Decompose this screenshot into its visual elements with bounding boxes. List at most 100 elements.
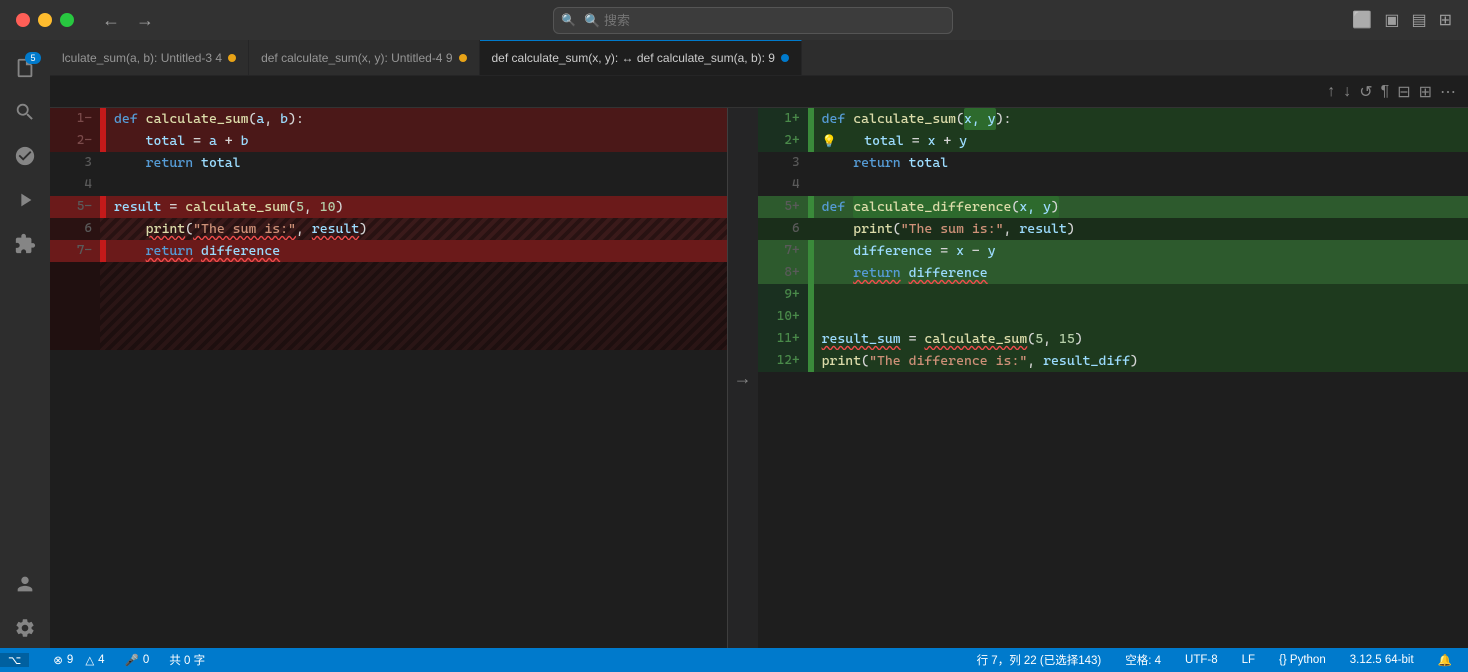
right-content-1: def calculate_sum(x, y): — [814, 108, 1468, 130]
mic-icon: 🎤 — [125, 653, 139, 667]
status-left: ⌥ ⊗ 9 △ 4 🎤 0 共 0 字 — [12, 648, 209, 672]
encoding-label: UTF-8 — [1185, 654, 1218, 666]
right-content-5: def calculate_difference(x, y) — [814, 196, 1468, 218]
right-line-5: 5+ def calculate_difference(x, y) — [758, 196, 1468, 218]
warning-count: 4 — [98, 654, 104, 666]
tabs-bar: lculate_sum(a, b): Untitled-3 4 def calc… — [50, 40, 1468, 76]
layout-icon-4[interactable]: ⊞ — [1439, 10, 1452, 30]
bulb-icon: 💡 — [822, 130, 837, 152]
activity-git[interactable] — [5, 136, 45, 176]
activity-extensions[interactable] — [5, 224, 45, 264]
right-content-2: 💡 total = x + y — [814, 130, 1468, 152]
activity-explorer[interactable]: 5 — [5, 48, 45, 88]
language-status[interactable]: {} Python — [1275, 648, 1330, 672]
layout-icon-2[interactable]: ▣ — [1384, 10, 1399, 30]
right-line-2: 2+ 💡 total = x + y — [758, 130, 1468, 152]
main-layout: 5 — [0, 40, 1468, 648]
left-content-extra — [106, 262, 727, 350]
spaces-status[interactable]: 空格: 4 — [1121, 648, 1165, 672]
activity-account[interactable] — [5, 564, 45, 604]
layout-icon-1[interactable]: ⬜ — [1352, 10, 1372, 30]
nav-forward-icon[interactable]: → — [136, 10, 154, 31]
left-content-2: total = a + b — [106, 130, 727, 152]
left-code-content[interactable]: 1− def calculate_sum(a, b): 2− total = a… — [50, 108, 727, 648]
tab-3-dot — [781, 54, 789, 62]
toolbar-up-icon[interactable]: ↑ — [1327, 83, 1335, 101]
remote-icon: ⌥ — [8, 653, 21, 667]
right-line-4: 4 — [758, 174, 1468, 196]
right-line-11: 11+ result_sum = calculate_sum(5, 15) — [758, 328, 1468, 350]
left-ln-6: 6 — [50, 218, 100, 240]
traffic-light-minimize[interactable] — [38, 13, 52, 27]
error-count: 9 — [67, 654, 73, 666]
titlebar: ← → 🔍 ⬜ ▣ ▤ ⊞ — [0, 0, 1468, 40]
left-ln-5: 5− — [50, 196, 100, 218]
activity-search[interactable] — [5, 92, 45, 132]
titlebar-search: 🔍 — [553, 7, 953, 34]
tab-1[interactable]: lculate_sum(a, b): Untitled-3 4 — [50, 40, 249, 75]
language-label: {} Python — [1279, 654, 1326, 666]
editor-area: lculate_sum(a, b): Untitled-3 4 def calc… — [50, 40, 1468, 648]
right-ln-1: 1+ — [758, 108, 808, 130]
right-code-content[interactable]: 1+ def calculate_sum(x, y): 2+ 💡 total =… — [758, 108, 1468, 648]
right-content-3: return total — [814, 152, 1468, 174]
chars-status[interactable]: 共 0 字 — [165, 648, 209, 672]
errors-status[interactable]: ⊗ 9 △ 4 — [49, 648, 108, 672]
toolbar-paragraph-icon[interactable]: ¶ — [1381, 83, 1390, 101]
right-line-3: 3 return total — [758, 152, 1468, 174]
left-ln-7: 7− — [50, 240, 100, 262]
tab-2-label: def calculate_sum(x, y): Untitled-4 9 — [261, 51, 452, 65]
activity-run[interactable] — [5, 180, 45, 220]
toolbar-down-icon[interactable]: ↓ — [1343, 83, 1351, 101]
spaces-label: 空格: 4 — [1125, 652, 1161, 668]
tab-3-active[interactable]: def calculate_sum(x, y): ↔ def calculate… — [480, 40, 802, 75]
nav-back-icon[interactable]: ← — [102, 10, 120, 31]
version-status[interactable]: 3.12.5 64-bit — [1346, 648, 1418, 672]
position-status[interactable]: 行 7，列 22 (已选择143) — [973, 648, 1106, 672]
position-label: 行 7，列 22 (已选择143) — [977, 652, 1102, 668]
right-ln-2: 2+ — [758, 130, 808, 152]
left-line-3: 3 return total — [50, 152, 727, 174]
remote-indicator[interactable]: ⌥ — [0, 653, 29, 667]
right-ln-4: 4 — [758, 174, 808, 196]
toolbar-expand-icon[interactable]: ⊟ — [1397, 82, 1410, 102]
toolbar-collapse-icon[interactable]: ⊞ — [1419, 82, 1432, 102]
toolbar-swap-icon[interactable]: ↺ — [1359, 82, 1372, 102]
activity-bar: 5 — [0, 40, 50, 648]
left-content-7: return difference — [106, 240, 727, 262]
toolbar-more-icon[interactable]: ⋯ — [1440, 82, 1456, 102]
traffic-light-maximize[interactable] — [60, 13, 74, 27]
status-right: 行 7，列 22 (已选择143) 空格: 4 UTF-8 LF {} Pyth… — [973, 648, 1456, 672]
titlebar-nav: ← → — [102, 10, 154, 31]
left-content-3: return total — [106, 152, 727, 174]
right-line-9: 9+ — [758, 284, 1468, 306]
left-line-4: 4 — [50, 174, 727, 196]
search-icon: 🔍 — [561, 13, 576, 27]
left-line-1: 1− def calculate_sum(a, b): — [50, 108, 727, 130]
search-input[interactable] — [553, 7, 953, 34]
left-ln-3: 3 — [50, 152, 100, 174]
right-line-8: 8+ return difference — [758, 262, 1468, 284]
right-content-6: print("The sum is:", result) — [814, 218, 1468, 240]
right-ln-11: 11+ — [758, 328, 808, 350]
traffic-light-close[interactable] — [16, 13, 30, 27]
titlebar-right: ⬜ ▣ ▤ ⊞ — [1352, 10, 1452, 30]
bell-status[interactable]: 🔔 — [1434, 648, 1456, 672]
microphone-status[interactable]: 🎤 0 — [121, 648, 154, 672]
tab-1-label: lculate_sum(a, b): Untitled-3 4 — [62, 51, 222, 65]
right-ln-8: 8+ — [758, 262, 808, 284]
left-content-1: def calculate_sum(a, b): — [106, 108, 727, 130]
right-ln-3: 3 — [758, 152, 808, 174]
encoding-status[interactable]: UTF-8 — [1181, 648, 1222, 672]
tab-2[interactable]: def calculate_sum(x, y): Untitled-4 9 — [249, 40, 479, 75]
left-line-6: 6 print("The sum is:", result) — [50, 218, 727, 240]
layout-icon-3[interactable]: ▤ — [1411, 10, 1426, 30]
right-ln-6: 6 — [758, 218, 808, 240]
right-content-11: result_sum = calculate_sum(5, 15) — [814, 328, 1468, 350]
line-ending-status[interactable]: LF — [1238, 648, 1259, 672]
left-ln-1: 1− — [50, 108, 100, 130]
left-hatch-extra — [50, 262, 727, 350]
right-content-7: difference = x − y — [814, 240, 1468, 262]
activity-settings[interactable] — [5, 608, 45, 648]
explorer-badge: 5 — [25, 52, 41, 64]
